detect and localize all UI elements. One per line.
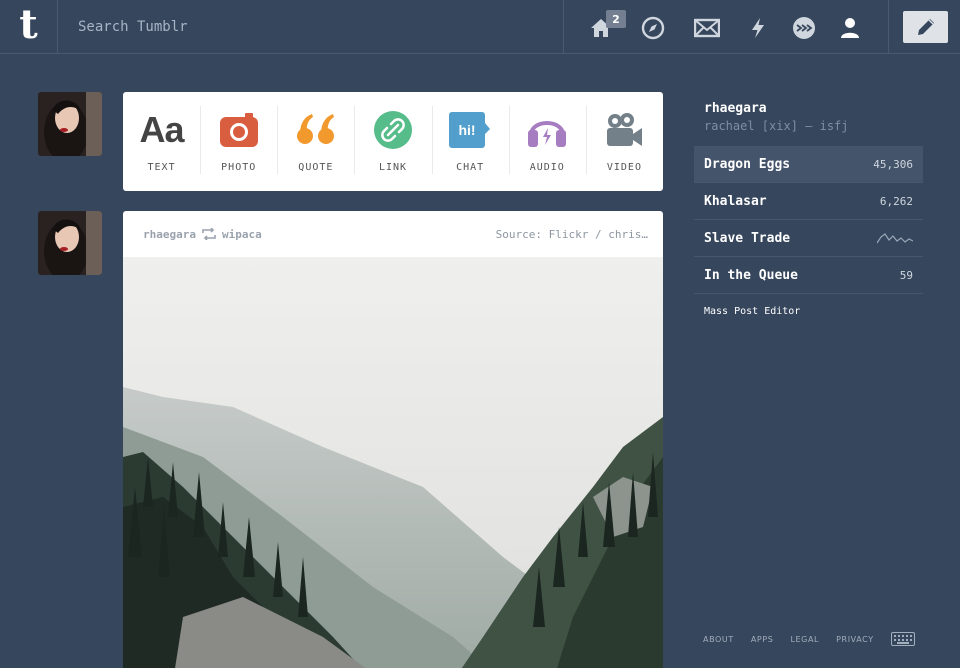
blog-sidebar: rhaegara rachael [xix] — isfj Dragon Egg…	[694, 92, 923, 329]
post-type-photo[interactable]: PHOTO	[200, 92, 277, 191]
video-camera-icon	[605, 110, 643, 150]
link-icon	[373, 110, 412, 150]
pencil-icon	[917, 19, 934, 35]
quote-icon	[296, 110, 336, 150]
post-author-link[interactable]: rhaegara	[143, 228, 196, 241]
queue-count: 59	[899, 268, 913, 282]
reblog-icon	[202, 228, 216, 240]
sidebar-row-queue[interactable]: In the Queue 59	[694, 257, 923, 294]
hub-icon[interactable]	[791, 15, 817, 41]
keyboard-icon[interactable]	[890, 632, 915, 646]
blog-description: rachael [xix] — isfj	[704, 119, 849, 133]
footer-about[interactable]: ABOUT	[703, 635, 734, 644]
activity-sparkline-icon	[877, 233, 913, 244]
chat-icon: hi!	[449, 110, 491, 150]
footer-apps[interactable]: APPS	[751, 635, 774, 644]
footer-legal[interactable]: LEGAL	[790, 635, 819, 644]
post-type-text[interactable]: Aa TEXT	[123, 92, 200, 191]
home-badge: 2	[606, 10, 626, 28]
dashboard-post: rhaegara wipaca Source: Flickr / chris…	[123, 211, 663, 668]
activity-icon[interactable]	[745, 15, 771, 41]
explore-icon[interactable]	[640, 15, 666, 41]
followers-count: 6,262	[879, 194, 913, 208]
post-type-chat[interactable]: hi! CHAT	[431, 92, 509, 191]
post-type-audio[interactable]: AUDIO	[508, 92, 586, 191]
posts-count: 45,306	[873, 157, 913, 171]
post-type-video[interactable]: VIDEO	[585, 92, 663, 191]
user-avatar[interactable]	[38, 92, 102, 156]
post-source-link[interactable]: Source: Flickr / chris…	[496, 228, 648, 241]
post-author-avatar[interactable]	[38, 211, 102, 275]
svg-text:hi!: hi!	[459, 122, 476, 138]
post-type-link[interactable]: LINK	[354, 92, 431, 191]
mass-post-editor-link[interactable]: Mass Post Editor	[694, 294, 923, 329]
headphones-icon	[527, 110, 567, 150]
reblogged-from-link[interactable]: wipaca	[222, 228, 262, 241]
search-input[interactable]	[58, 0, 563, 54]
footer-privacy[interactable]: PRIVACY	[836, 635, 874, 644]
post-type-bar: Aa TEXT PHOTO QUOTE LINK hi! CHAT AUDIO	[123, 92, 663, 191]
sidebar-row-activity[interactable]: Slave Trade	[694, 220, 923, 257]
sidebar-row-followers[interactable]: Khalasar 6,262	[694, 183, 923, 220]
blog-name[interactable]: rhaegara	[694, 101, 923, 116]
footer-links: ABOUT APPS LEGAL PRIVACY	[703, 632, 915, 646]
top-nav: 2	[563, 0, 889, 54]
camera-icon	[219, 110, 258, 150]
post-type-quote[interactable]: QUOTE	[277, 92, 354, 191]
text-icon: Aa	[139, 109, 185, 150]
account-icon[interactable]	[837, 15, 863, 41]
sidebar-row-posts[interactable]: Dragon Eggs 45,306	[694, 146, 923, 183]
compose-button[interactable]	[903, 11, 948, 43]
post-photo[interactable]	[123, 257, 663, 668]
tumblr-logo[interactable]: t	[0, 0, 58, 54]
top-header: t 2	[0, 0, 960, 54]
post-header: rhaegara wipaca Source: Flickr / chris…	[123, 211, 663, 257]
inbox-icon[interactable]	[694, 15, 720, 41]
